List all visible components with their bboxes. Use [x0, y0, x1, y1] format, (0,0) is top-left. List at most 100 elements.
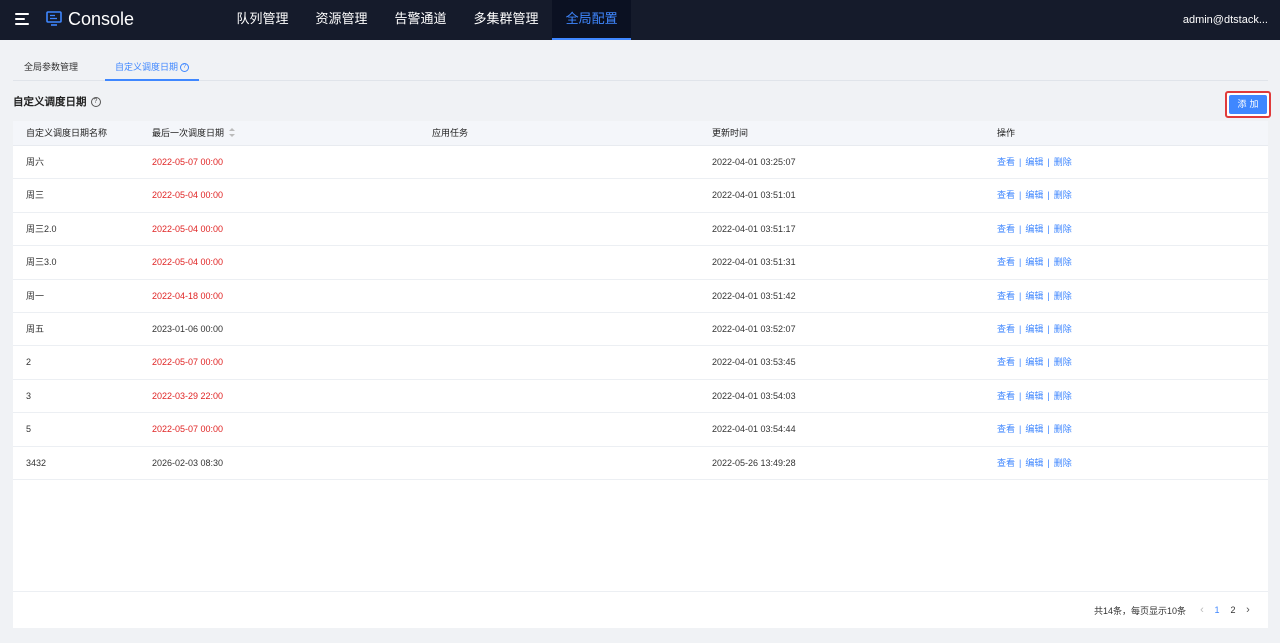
delete-link[interactable]: 删除	[1054, 458, 1072, 468]
delete-link[interactable]: 删除	[1054, 391, 1072, 401]
edit-link[interactable]: 编辑	[1025, 391, 1043, 401]
table-row: 周六 2022-05-07 00:00 2022-04-01 03:25:07 查看 |…	[13, 146, 1268, 180]
nav-multi-cluster-management[interactable]: 多集群管理	[460, 0, 552, 40]
separator: |	[1047, 223, 1050, 234]
column-header-actions: 操作	[997, 128, 1016, 138]
cell-actions: 查看 | 编辑 | 删除	[997, 280, 1072, 313]
edit-link[interactable]: 编辑	[1025, 224, 1043, 234]
separator: |	[1019, 223, 1022, 234]
column-header-tasks: 应用任务	[432, 128, 469, 138]
app-title: Console	[68, 9, 135, 29]
edit-link[interactable]: 编辑	[1025, 458, 1043, 468]
page-2[interactable]: 2	[1225, 605, 1241, 615]
cell-updated: 2022-04-01 03:51:01	[712, 190, 796, 201]
table-row: 周三2.0 2022-05-04 00:00 2022-04-01 03:51:17…	[13, 213, 1268, 247]
cell-actions: 查看 | 编辑 | 删除	[997, 313, 1072, 346]
delete-link[interactable]: 删除	[1054, 291, 1072, 301]
view-link[interactable]: 查看	[997, 291, 1015, 301]
cell-name: 周一	[26, 290, 45, 301]
view-link[interactable]: 查看	[997, 157, 1015, 167]
edit-link[interactable]: 编辑	[1025, 357, 1043, 367]
edit-link[interactable]: 编辑	[1025, 257, 1043, 267]
delete-link[interactable]: 删除	[1054, 424, 1072, 434]
nav-resource-management[interactable]: 资源管理	[302, 0, 381, 40]
cell-name: 周五	[26, 324, 45, 334]
separator: |	[1047, 157, 1050, 167]
cell-last-date: 2022-05-07 00:00	[152, 424, 224, 435]
table-row: 3432 2026-02-03 08:30 2022-05-26 13:49:28 查…	[13, 447, 1268, 480]
cell-name: 3432	[26, 457, 47, 468]
view-link[interactable]: 查看	[997, 391, 1015, 401]
next-page-icon[interactable]: ›	[1241, 604, 1255, 616]
nav-global-config[interactable]: 全局配置	[552, 0, 632, 40]
cell-updated: 2022-04-01 03:51:42	[712, 290, 796, 301]
cell-updated: 2022-04-01 03:51:31	[712, 257, 796, 268]
view-link[interactable]: 查看	[997, 357, 1015, 367]
cell-updated: 2022-04-01 03:54:44	[712, 424, 796, 435]
edit-link[interactable]: 编辑	[1025, 190, 1043, 200]
table-row: 5 2022-05-07 00:00 2022-04-01 03:54:44 查看 | 编…	[13, 413, 1268, 447]
nav-queue-management[interactable]: 队列管理	[223, 0, 302, 40]
help-icon[interactable]: ?	[180, 63, 190, 73]
view-link[interactable]: 查看	[997, 458, 1015, 468]
cell-last-date: 2022-05-04 00:00	[152, 257, 224, 268]
separator: |	[1019, 257, 1022, 268]
cell-updated: 2022-04-01 03:53:45	[712, 357, 796, 368]
section-title: 自定义调度日期?	[13, 95, 101, 109]
delete-link[interactable]: 删除	[1054, 190, 1072, 200]
cell-last-date: 2022-05-04 00:00	[152, 190, 224, 201]
column-header-last-date[interactable]: 最后一次调度日期	[152, 121, 236, 146]
tab-global-params[interactable]: 全局参数管理	[14, 54, 88, 80]
table-header: 自定义调度日期名称 最后一次调度日期 应用任务 更新时间 操作	[13, 121, 1268, 146]
help-icon[interactable]: ?	[90, 97, 101, 108]
view-link[interactable]: 查看	[997, 224, 1015, 234]
cell-actions: 查看 | 编辑 | 删除	[997, 447, 1072, 480]
page-1[interactable]: 1	[1209, 605, 1225, 615]
delete-link[interactable]: 删除	[1054, 224, 1072, 234]
edit-link[interactable]: 编辑	[1025, 291, 1043, 301]
view-link[interactable]: 查看	[997, 257, 1015, 267]
column-header-updated: 更新时间	[712, 128, 749, 138]
cell-actions: 查看 | 编辑 | 删除	[997, 380, 1072, 413]
separator: |	[1019, 157, 1022, 167]
separator: |	[1047, 324, 1050, 334]
tab-custom-schedule-date[interactable]: 自定义调度日期?	[105, 54, 200, 81]
separator: |	[1047, 357, 1050, 368]
delete-link[interactable]: 删除	[1054, 357, 1072, 367]
column-header-label: 最后一次调度日期	[152, 128, 225, 138]
delete-link[interactable]: 删除	[1054, 257, 1072, 267]
cell-actions: 查看 | 编辑 | 删除	[997, 213, 1072, 246]
separator: |	[1019, 324, 1022, 334]
section-title-text: 自定义调度日期	[13, 96, 87, 108]
table-panel: 自定义调度日期名称 最后一次调度日期 应用任务 更新时间 操作 周六 2022-0…	[13, 121, 1268, 628]
cell-name: 2	[26, 357, 32, 368]
prev-page-icon[interactable]: ‹	[1195, 604, 1209, 616]
view-link[interactable]: 查看	[997, 424, 1015, 434]
view-link[interactable]: 查看	[997, 190, 1015, 200]
add-button[interactable]: 添加	[1225, 91, 1271, 118]
nav-alert-channel[interactable]: 告警通道	[381, 0, 460, 40]
cell-last-date: 2026-02-03 08:30	[152, 457, 224, 468]
edit-link[interactable]: 编辑	[1025, 324, 1043, 334]
cell-updated: 2022-04-01 03:52:07	[712, 324, 796, 334]
delete-link[interactable]: 删除	[1054, 324, 1072, 334]
cell-actions: 查看 | 编辑 | 删除	[997, 346, 1072, 379]
edit-link[interactable]: 编辑	[1025, 157, 1043, 167]
separator: |	[1019, 424, 1022, 435]
separator: |	[1047, 290, 1050, 301]
cell-last-date: 2022-05-04 00:00	[152, 223, 224, 234]
user-account[interactable]: admin@dtstack...	[1183, 13, 1268, 27]
table-row: 3 2022-03-29 22:00 2022-04-01 03:54:03 查看 | 编…	[13, 380, 1268, 414]
cell-name: 5	[26, 424, 32, 435]
cell-last-date: 2023-01-06 00:00	[152, 324, 224, 334]
separator: |	[1047, 457, 1050, 468]
edit-link[interactable]: 编辑	[1025, 424, 1043, 434]
config-tabs: 全局参数管理 自定义调度日期?	[13, 54, 1268, 81]
main-nav: 队列管理 资源管理 告警通道 多集群管理 全局配置	[223, 0, 632, 40]
cell-updated: 2022-04-01 03:54:03	[712, 390, 796, 401]
hamburger-menu-icon[interactable]	[15, 13, 29, 25]
sort-icon[interactable]	[229, 128, 236, 138]
table-row: 周一 2022-04-18 00:00 2022-04-01 03:51:42 查看 |…	[13, 280, 1268, 313]
view-link[interactable]: 查看	[997, 324, 1015, 334]
delete-link[interactable]: 删除	[1054, 157, 1072, 167]
